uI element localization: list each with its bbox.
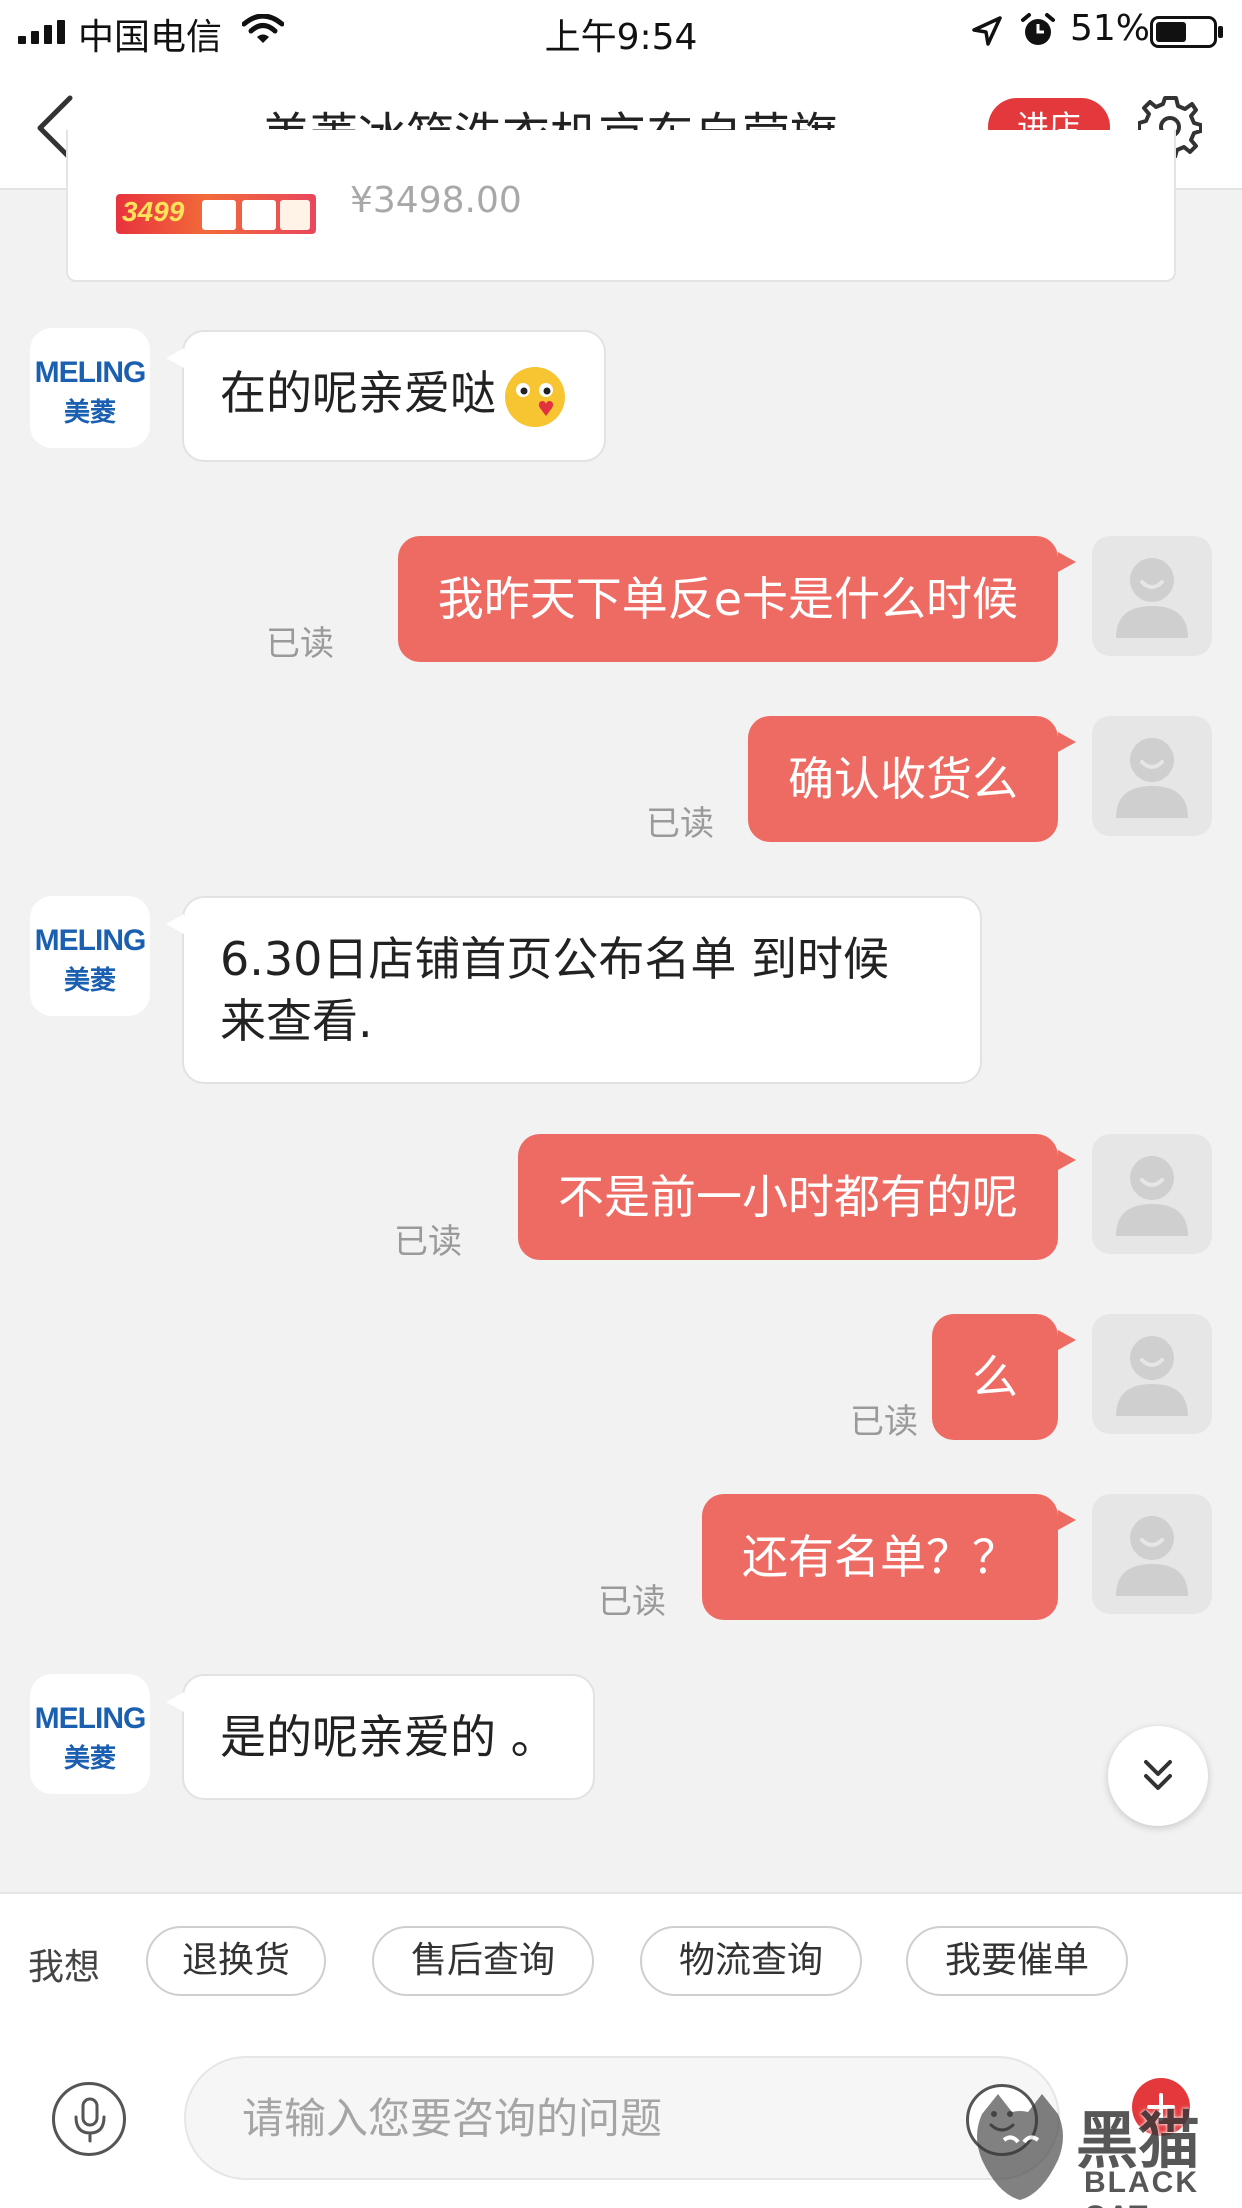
battery-icon [1150, 16, 1223, 48]
quick-reply-logistics[interactable]: 物流查询 [640, 1926, 862, 1996]
shop-logo-chinese: 美菱 [63, 398, 116, 428]
voice-input-button[interactable] [52, 2082, 126, 2156]
shop-logo-text: MELING [34, 356, 147, 389]
message-bubble-shop[interactable]: 是的呢亲爱的 。 [166, 1674, 595, 1800]
message-bubble-shop[interactable]: 在的呢亲爱哒 [166, 330, 606, 462]
quick-reply-label: 我想 [28, 1947, 101, 1988]
user-avatar[interactable] [1092, 536, 1212, 656]
user-avatar[interactable] [1092, 1134, 1212, 1254]
quick-reply-return-exchange[interactable]: 退换货 [146, 1926, 326, 1996]
message-text: 我昨天下单反e卡是什么时候 [437, 572, 1018, 626]
thumbnail-badge [242, 200, 276, 230]
user-silhouette-icon [1116, 1156, 1188, 1236]
shop-logo-text: MELING [34, 1702, 147, 1735]
message-text: 在的呢亲爱哒 [220, 366, 496, 420]
thumbnail-badge [280, 200, 310, 230]
message-text: 么 [972, 1350, 1018, 1404]
message-input[interactable] [184, 2056, 1060, 2180]
message-text: 还有名单？？ [742, 1530, 1018, 1584]
shop-logo-text: MELING [34, 924, 147, 957]
message-bubble-user[interactable]: 还有名单？？ [702, 1494, 1076, 1620]
user-silhouette-icon [1116, 558, 1188, 638]
message-bubble-shop[interactable]: 6.30日店铺首页公布名单 到时候 来查看. [166, 896, 982, 1084]
read-status: 已读 [394, 1222, 462, 1262]
quick-reply-urge-order[interactable]: 我要催单 [906, 1926, 1128, 1996]
message-text-line: 6.30日店铺首页公布名单 到时候 [220, 932, 890, 986]
message-bubble-user[interactable]: 么 [932, 1314, 1076, 1440]
read-status: 已读 [266, 624, 334, 664]
user-avatar[interactable] [1092, 1494, 1212, 1614]
message-text: 确认收货么 [788, 752, 1018, 806]
thumbnail-price: 3499 [122, 196, 185, 227]
read-status: 已读 [850, 1402, 918, 1442]
double-chevron-down-icon [1144, 1760, 1172, 1790]
message-text: 是的呢亲爱的 。 [220, 1710, 557, 1764]
location-arrow-icon [972, 16, 1002, 46]
black-cat-watermark: 黑猫 BLACK CAT [968, 2090, 1242, 2208]
shop-logo-chinese: 美菱 [63, 1744, 116, 1774]
thumbnail-badge [202, 200, 236, 230]
user-avatar[interactable] [1092, 716, 1212, 836]
kiss-heart-emoji-icon [505, 366, 565, 427]
read-status: 已读 [646, 804, 714, 844]
shop-avatar[interactable]: MELING 美菱 [30, 328, 150, 448]
watermark-english: BLACK CAT [1084, 2166, 1199, 2208]
message-bubble-user[interactable]: 确认收货么 [748, 716, 1076, 842]
user-silhouette-icon [1116, 1516, 1188, 1596]
shop-avatar[interactable]: MELING 美菱 [30, 896, 150, 1016]
message-bubble-user[interactable]: 不是前一小时都有的呢 [518, 1134, 1076, 1260]
product-card[interactable]: 3499 ¥3498.00 [66, 130, 1176, 282]
product-thumbnail: 3499 [116, 194, 316, 234]
status-bar: 中国电信 上午9:54 51% [0, 0, 1242, 62]
user-silhouette-icon [1116, 1336, 1188, 1416]
battery-percentage: 51% [1070, 8, 1151, 49]
alarm-clock-icon [1021, 13, 1055, 45]
message-bubble-user[interactable]: 我昨天下单反e卡是什么时候 [397, 536, 1077, 662]
quick-reply-after-sales[interactable]: 售后查询 [372, 1926, 594, 1996]
read-status: 已读 [598, 1582, 666, 1622]
message-text: 不是前一小时都有的呢 [558, 1170, 1018, 1224]
microphone-icon [74, 2097, 106, 2143]
shop-avatar[interactable]: MELING 美菱 [30, 1674, 150, 1794]
black-cat-logo-icon [977, 2094, 1063, 2200]
user-avatar[interactable] [1092, 1314, 1212, 1434]
user-silhouette-icon [1116, 738, 1188, 818]
scroll-to-bottom-button[interactable] [1108, 1726, 1208, 1826]
shop-logo-chinese: 美菱 [63, 966, 116, 996]
message-text-line: 来查看. [220, 994, 373, 1048]
product-price: ¥3498.00 [350, 180, 522, 221]
quick-reply-bar: 我想 退换货 售后查询 物流查询 我要催单 [0, 1892, 1242, 2022]
